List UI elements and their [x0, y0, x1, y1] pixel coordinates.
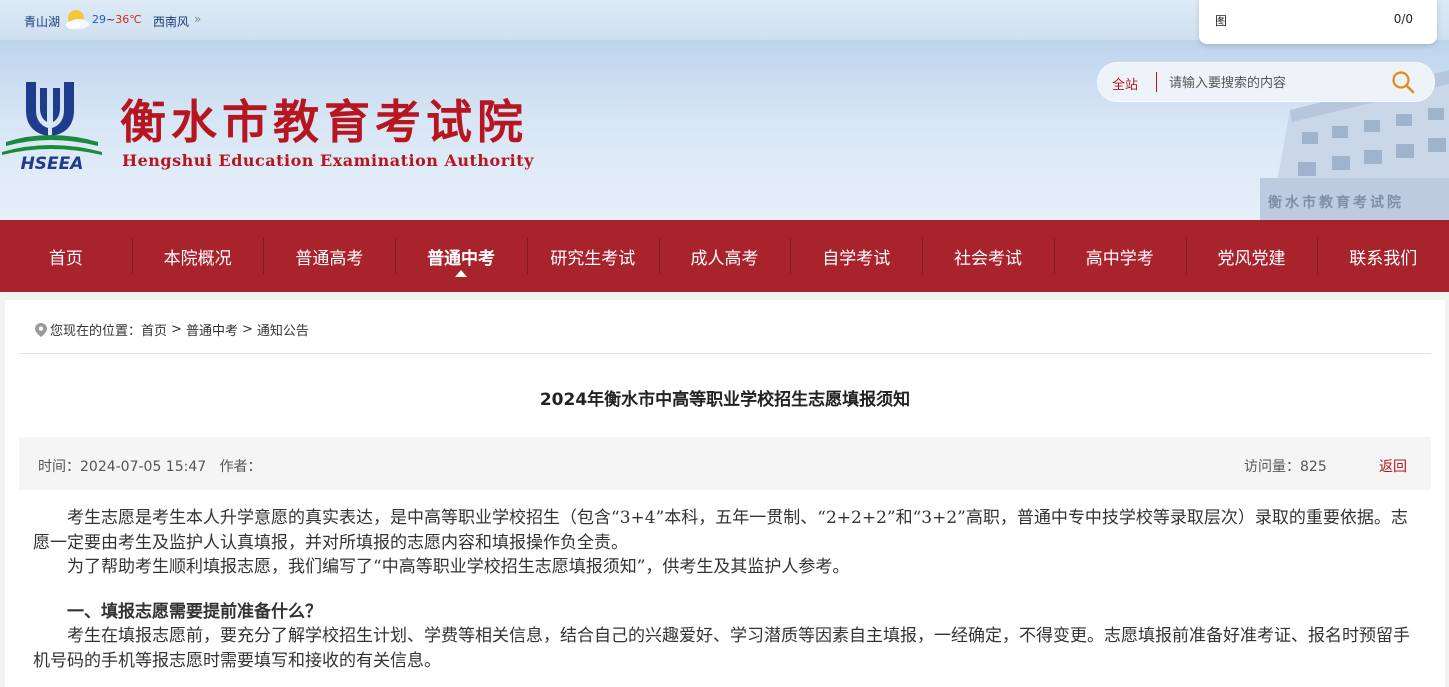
temp-low: 29: [92, 13, 106, 26]
nav-item-4[interactable]: 研究生考试: [526, 220, 659, 292]
building-sign: 衡水市教育考试院: [1268, 195, 1404, 211]
temp-high: 36℃: [115, 13, 142, 26]
nav-item-3[interactable]: 普通中考: [395, 220, 527, 292]
weather-temperature: 29~36℃: [92, 13, 142, 26]
nav-item-0[interactable]: 首页: [0, 220, 132, 292]
back-link[interactable]: 返回: [1379, 456, 1407, 476]
article-time: 时间：2024-07-05 15:47 作者：: [38, 456, 262, 476]
weather-more-icon[interactable]: »: [194, 12, 201, 26]
article-section-heading: 一、填报志愿需要提前准备什么？: [67, 601, 322, 622]
nav-item-5[interactable]: 成人高考: [658, 220, 791, 292]
nav-item-10[interactable]: 联系我们: [1317, 220, 1449, 292]
temp-separator: ~: [106, 13, 116, 26]
breadcrumb-section[interactable]: 普通中考: [186, 320, 238, 339]
article-title: 2024年衡水市中高等职业学校招生志愿填报须知: [539, 390, 911, 410]
visit-count: 访问量：825: [1244, 459, 1327, 475]
article-paragraph: 考生在填报志愿前，要充分了解学校招生计划、学费等相关信息，结合自己的兴趣爱好、学…: [33, 626, 1410, 671]
article-paragraph: 考生志愿是考生本人升学意愿的真实表达，是中高等职业学校招生（包含“3+4”本科，…: [33, 508, 1408, 553]
nav-item-2[interactable]: 普通高考: [263, 220, 395, 292]
breadcrumb: 您现在的位置： 首页 > 普通中考 > 通知公告: [35, 320, 309, 339]
article-author: 作者：: [219, 459, 262, 475]
nav-item-9[interactable]: 党风党建: [1185, 220, 1318, 292]
breadcrumb-separator: >: [241, 322, 253, 337]
site-logo[interactable]: HSEEA: [0, 80, 104, 172]
logo-text: HSEEA: [21, 154, 84, 172]
search-box: 全站: [1097, 62, 1435, 102]
article-meta: 时间：2024-07-05 15:47 作者： 访问量：825 返回: [19, 437, 1431, 490]
breadcrumb-prefix: 您现在的位置：: [50, 324, 142, 339]
find-in-page-box: 图 0/0: [1199, 0, 1437, 44]
search-divider: [1156, 72, 1157, 92]
find-match-count: 0/0: [1393, 12, 1413, 26]
content-panel: 您现在的位置： 首页 > 普通中考 > 通知公告 2024年衡水市中高等职业学校…: [5, 300, 1445, 687]
nav-item-8[interactable]: 高中学考: [1053, 220, 1186, 292]
publish-time: 时间：2024-07-05 15:47: [38, 459, 207, 475]
search-icon[interactable]: [1391, 70, 1415, 94]
article-body: 考生志愿是考生本人升学意愿的真实表达，是中高等职业学校招生（包含“3+4”本科，…: [33, 506, 1423, 673]
breadcrumb-separator: >: [171, 322, 182, 337]
divider: [19, 353, 1431, 354]
weather-location[interactable]: 青山湖: [24, 13, 60, 30]
search-scope-select[interactable]: 全站: [1112, 74, 1138, 93]
find-query[interactable]: 图: [1215, 12, 1227, 29]
nav-item-1[interactable]: 本院概况: [131, 220, 264, 292]
weather-wind: 西南风: [153, 15, 190, 29]
article-paragraph: 为了帮助考生顺利填报志愿，我们编写了“中高等职业学校招生志愿填报须知”，供考生及…: [67, 557, 850, 577]
site-title: 衡水市教育考试院: [120, 95, 528, 149]
nav-item-7[interactable]: 社会考试: [922, 220, 1054, 292]
search-input[interactable]: [1169, 72, 1369, 94]
location-pin-icon: [35, 322, 47, 337]
main-nav: 首页 本院概况 普通高考 普通中考 研究生考试 成人高考 自学考试 社会考试 高中学考 党风党建联…: [0, 220, 1449, 292]
nav-item-6[interactable]: 自学考试: [790, 220, 922, 292]
sun-cloud-icon: [66, 10, 89, 29]
site-header: 衡水市教育考试院 HSEEA 衡水市教育考试院 Hengshui Educati…: [0, 40, 1449, 220]
breadcrumb-home[interactable]: 首页: [141, 320, 167, 339]
site-title-english: Hengshui Education Examination Authority: [122, 151, 534, 170]
breadcrumb-current[interactable]: 通知公告: [257, 320, 309, 339]
